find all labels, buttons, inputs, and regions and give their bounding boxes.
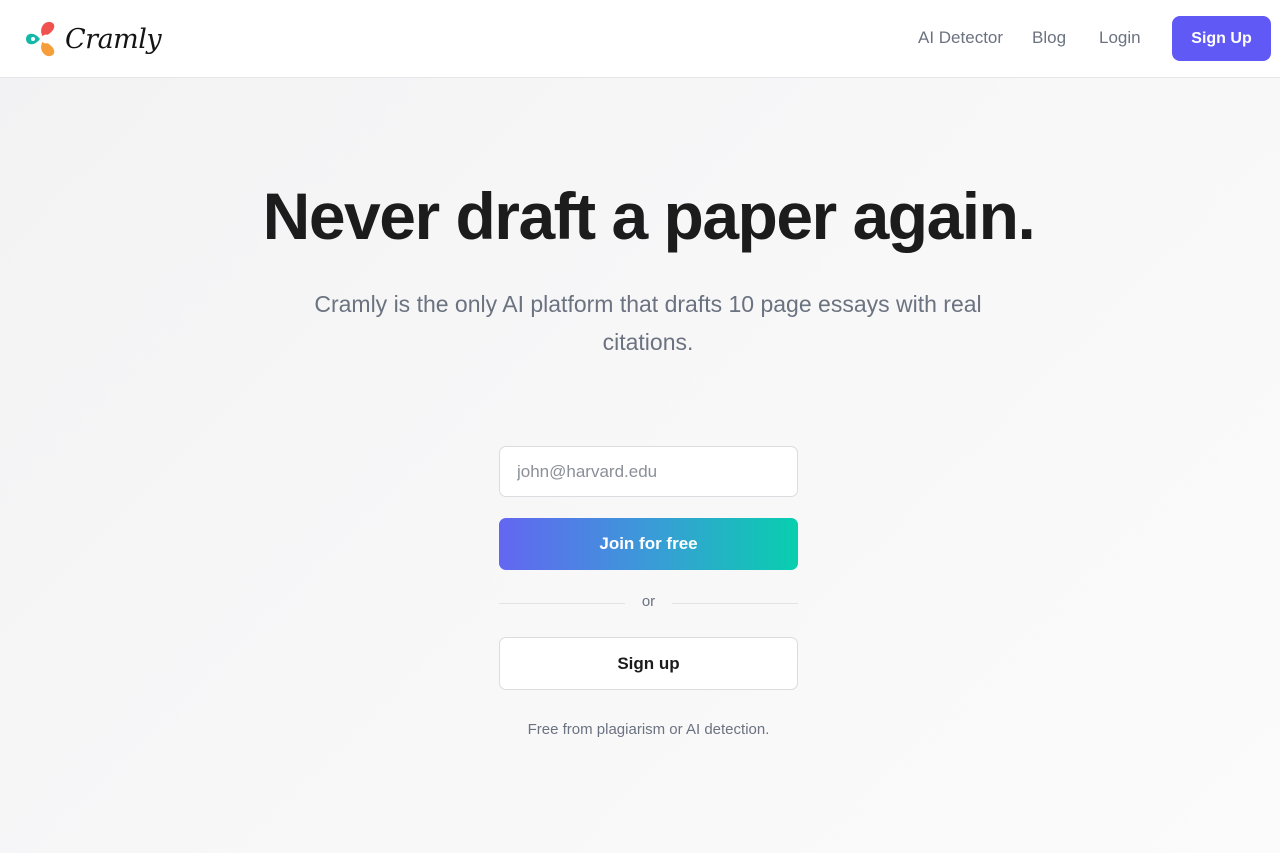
- cramly-logo-icon: [26, 21, 55, 57]
- hero-subtitle: Cramly is the only AI platform that draf…: [314, 291, 982, 355]
- nav-login-link[interactable]: Login: [1099, 0, 1141, 78]
- nav-blog-link[interactable]: Blog: [1032, 0, 1066, 78]
- sign-up-button[interactable]: Sign up: [499, 637, 798, 690]
- hero-title: Never draft a paper again.: [262, 179, 1036, 253]
- divider-line-left: [499, 603, 625, 604]
- nav-ai-detector-link[interactable]: AI Detector: [918, 0, 1003, 78]
- top-nav-bar: Cramly AI Detector Blog Login Sign Up: [0, 0, 1280, 78]
- divider-or-text: or: [641, 593, 656, 610]
- header-sign-up-button[interactable]: Sign Up: [1172, 16, 1271, 61]
- logo-wordmark: Cramly: [65, 23, 162, 55]
- join-for-free-button[interactable]: Join for free: [499, 518, 798, 570]
- cramly-logo[interactable]: Cramly: [24, 17, 162, 61]
- divider-line-right: [672, 603, 798, 604]
- plagiarism-footnote: Free from plagiarism or AI detection.: [527, 721, 770, 738]
- email-input[interactable]: [499, 446, 798, 497]
